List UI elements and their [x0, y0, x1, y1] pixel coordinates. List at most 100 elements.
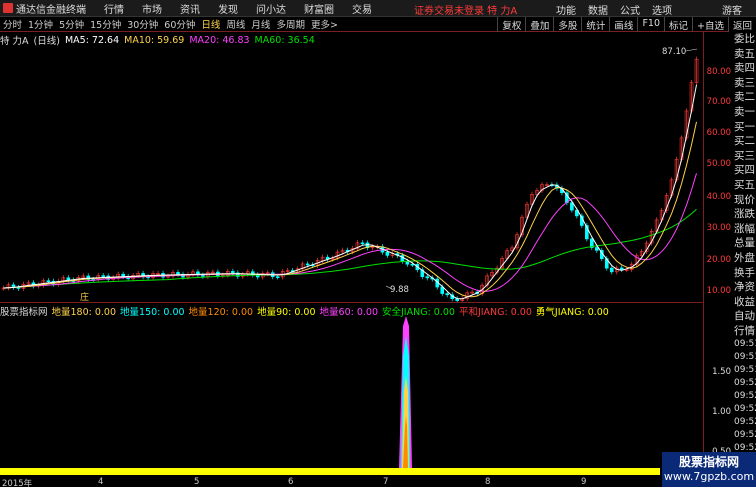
candle-down	[176, 272, 180, 275]
menu-wealth[interactable]: 财富圈	[304, 1, 334, 16]
side-item: 现价	[734, 193, 755, 206]
tool-adjust[interactable]: 复权	[497, 17, 525, 32]
side-item: 买一	[734, 120, 755, 133]
xtick: 7	[383, 477, 389, 487]
tool-stats[interactable]: 统计	[581, 17, 609, 32]
tool-overlay[interactable]: 叠加	[525, 17, 553, 32]
side-item: 总量	[734, 237, 755, 250]
period-daily[interactable]: 日线	[198, 17, 223, 31]
period-30min[interactable]: 30分钟	[124, 17, 161, 31]
indicator-item: 地量120: 0.00	[188, 307, 254, 318]
low-price-label: 9.88	[390, 285, 409, 295]
indicator-chart[interactable]	[0, 316, 703, 475]
candle-down	[305, 263, 310, 266]
ma5-line	[3, 84, 697, 300]
candle-down	[101, 275, 106, 277]
tool-draw[interactable]: 画线	[609, 17, 637, 32]
side-item[interactable]: 自动	[734, 309, 756, 324]
tool-mark[interactable]: 标记	[664, 17, 692, 32]
period-weekly[interactable]: 周线	[223, 17, 248, 31]
ytick: 40.00	[706, 192, 731, 202]
side-item: 买三	[734, 149, 755, 162]
candle-down	[360, 242, 365, 245]
candle-down	[121, 273, 125, 277]
menu-news[interactable]: 资讯	[180, 1, 200, 16]
side-time: 09:52	[734, 417, 756, 428]
indicator-item: 地量90: 0.00	[257, 307, 316, 318]
ma20-value: MA20: 46.83	[189, 34, 250, 46]
candle-down	[594, 247, 599, 251]
side-item: 净资	[734, 281, 755, 294]
panel-divider	[0, 302, 703, 303]
tool-back[interactable]: 返回	[727, 17, 756, 32]
period-5min[interactable]: 5分钟	[56, 17, 87, 31]
period-more[interactable]: 更多>	[308, 17, 341, 31]
menu-function[interactable]: 功能	[556, 2, 576, 17]
tool-add-watchlist[interactable]: +自选	[692, 17, 728, 32]
candle-down	[410, 263, 415, 266]
candle-down	[609, 267, 614, 273]
side-item: 卖四	[734, 62, 755, 75]
candle-down	[275, 276, 280, 278]
menu-ask[interactable]: 问小达	[256, 1, 286, 16]
ytick: 10.00	[706, 286, 731, 296]
period-timeshare[interactable]: 分时	[0, 17, 25, 31]
tool-f10[interactable]: F10	[637, 17, 664, 32]
guest-label[interactable]: 游客	[722, 2, 742, 17]
baseline-bar	[0, 468, 660, 475]
ma-info-line: 特 力A (日线) MA5: 72.64 MA10: 59.69 MA20: 4…	[0, 34, 320, 48]
candle-down	[445, 293, 450, 296]
side-item: 涨幅	[734, 222, 755, 235]
indicator-item: 勇气JIANG: 0.00	[535, 307, 609, 318]
period-monthly[interactable]: 月线	[248, 17, 273, 31]
menu-trade[interactable]: 交易	[352, 1, 372, 16]
xtick: 5	[194, 477, 200, 487]
candle-down	[46, 280, 51, 282]
menu-quotes[interactable]: 行情	[104, 1, 124, 16]
ytick: 50.00	[706, 159, 731, 169]
login-notice[interactable]: 证券交易未登录 特 力A	[414, 2, 517, 17]
side-item[interactable]: 委比	[734, 32, 756, 47]
menu-formula[interactable]: 公式	[620, 2, 640, 17]
ma60-value: MA60: 36.54	[254, 34, 315, 46]
ytick: 20.00	[706, 255, 731, 265]
period-multi[interactable]: 多周期	[273, 17, 308, 31]
indicator-item: 地量60: 0.00	[319, 307, 378, 318]
side-item[interactable]: 行情	[734, 324, 756, 339]
side-time: 09:52	[734, 378, 756, 389]
side-time: 09:51	[734, 365, 756, 376]
side-item: 卖五	[734, 47, 755, 60]
menu-data[interactable]: 数据	[588, 2, 608, 17]
candlestick-chart[interactable]: 87.10 9.88 庄	[0, 46, 703, 302]
xtick: 8	[485, 477, 491, 487]
side-item: 外盘	[734, 251, 755, 264]
menu-discover[interactable]: 发现	[218, 1, 238, 16]
period-15min[interactable]: 15分钟	[87, 17, 124, 31]
app-logo-icon	[3, 3, 13, 13]
side-item: 买五	[734, 178, 755, 191]
side-time: 09:52	[734, 404, 756, 415]
indicator-name: 股票指标网	[0, 307, 48, 318]
watermark-title: 股票指标网	[678, 455, 739, 469]
period-60min[interactable]: 60分钟	[161, 17, 198, 31]
side-item: 买四	[734, 164, 755, 177]
period-1min[interactable]: 1分钟	[25, 17, 56, 31]
time-axis: 2015年 4 5 6 7 8 9	[0, 476, 660, 487]
indicator-item: 地量150: 0.00	[120, 307, 185, 318]
watermark-badge: 股票指标网 www.7gpzb.com	[662, 452, 756, 487]
ma10-line	[3, 121, 697, 298]
menu-options[interactable]: 选项	[652, 2, 672, 17]
stock-name: 特 力A	[0, 36, 29, 47]
ma10-value: MA10: 59.69	[124, 34, 185, 46]
xtick: 6	[288, 477, 294, 487]
indicator-item: 平和JIANG: 0.00	[458, 307, 532, 318]
menu-market[interactable]: 市场	[142, 1, 162, 16]
candles-group	[1, 56, 699, 302]
candle-down	[231, 271, 235, 274]
side-item: 涨跌	[734, 208, 755, 221]
ytick: 60.00	[706, 128, 731, 138]
zhuang-marker: 庄	[80, 291, 89, 302]
side-time: 09:51	[734, 352, 756, 363]
tool-multi-stock[interactable]: 多股	[553, 17, 581, 32]
period-label: (日线)	[33, 36, 60, 47]
